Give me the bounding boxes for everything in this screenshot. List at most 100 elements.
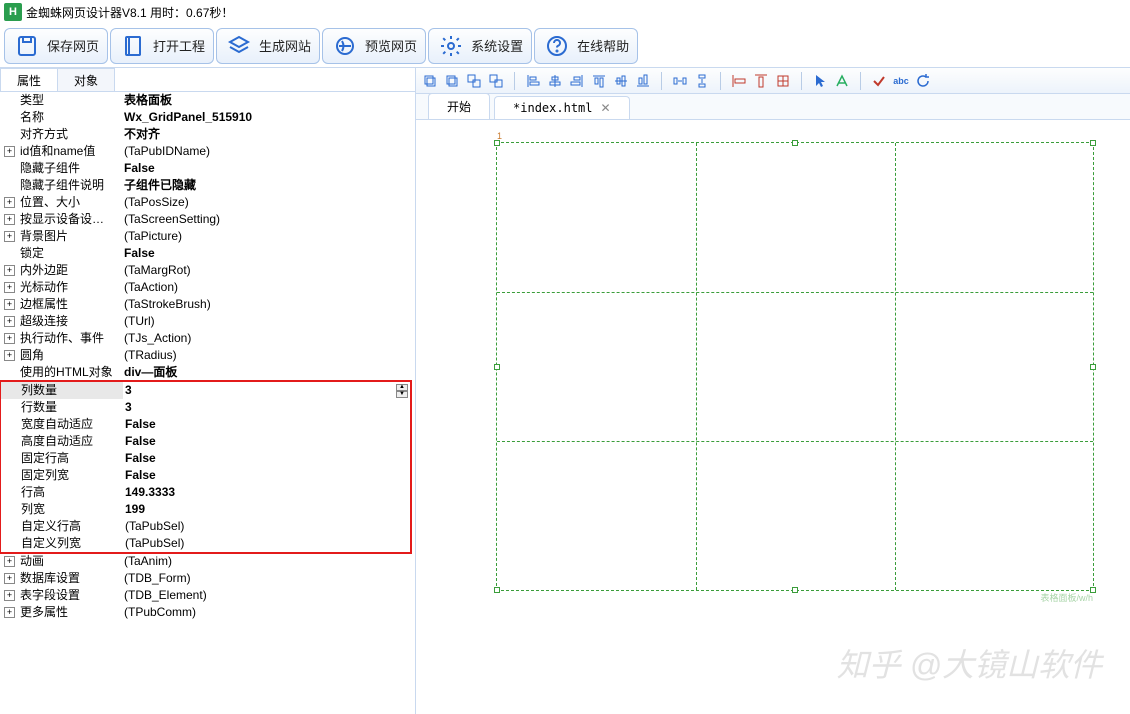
- prop-value[interactable]: (TaScreenSetting): [122, 211, 415, 228]
- prop-row[interactable]: +超级连接(TUrl): [0, 313, 415, 330]
- size-btn-1[interactable]: [729, 71, 749, 91]
- prop-value[interactable]: (TaPubSel): [123, 535, 410, 552]
- prop-row[interactable]: +按显示设备设…(TaScreenSetting): [0, 211, 415, 228]
- prop-value[interactable]: (TUrl): [122, 313, 415, 330]
- prop-row[interactable]: +更多属性(TPubComm): [0, 604, 415, 621]
- expand-icon[interactable]: +: [4, 299, 15, 310]
- prop-value[interactable]: (TaPubIDName): [122, 143, 415, 160]
- expand-icon[interactable]: +: [4, 231, 15, 242]
- prop-row[interactable]: 名称Wx_GridPanel_515910: [0, 109, 415, 126]
- dist-btn-2[interactable]: [692, 71, 712, 91]
- tool-refresh[interactable]: [913, 71, 933, 91]
- align-top[interactable]: [589, 71, 609, 91]
- tool-cursor[interactable]: [810, 71, 830, 91]
- prop-value[interactable]: (TaPubSel): [123, 518, 410, 535]
- expand-icon[interactable]: +: [4, 333, 15, 344]
- align-bottom[interactable]: [633, 71, 653, 91]
- dist-btn-1[interactable]: [670, 71, 690, 91]
- prop-row[interactable]: 列宽199: [1, 501, 410, 518]
- prop-value[interactable]: (TaPicture): [122, 228, 415, 245]
- preview-page-button[interactable]: 预览网页: [322, 28, 426, 64]
- expand-icon[interactable]: +: [4, 214, 15, 225]
- open-project-button[interactable]: 打开工程: [110, 28, 214, 64]
- layer-btn-2[interactable]: [442, 71, 462, 91]
- prop-row[interactable]: +圆角(TRadius): [0, 347, 415, 364]
- expand-icon[interactable]: +: [4, 607, 15, 618]
- align-center-v[interactable]: [611, 71, 631, 91]
- expand-icon[interactable]: +: [4, 146, 15, 157]
- prop-value[interactable]: (TDB_Form): [122, 570, 415, 587]
- tab-objects[interactable]: 对象: [57, 68, 115, 91]
- tab-attributes[interactable]: 属性: [0, 68, 58, 91]
- prop-row[interactable]: 自定义行高(TaPubSel): [1, 518, 410, 535]
- tool-text[interactable]: [832, 71, 852, 91]
- layer-btn-3[interactable]: [464, 71, 484, 91]
- align-center-h[interactable]: [545, 71, 565, 91]
- prop-value[interactable]: (TRadius): [122, 347, 415, 364]
- expand-icon[interactable]: +: [4, 197, 15, 208]
- prop-row[interactable]: +边框属性(TaStrokeBrush): [0, 296, 415, 313]
- prop-row[interactable]: +光标动作(TaAction): [0, 279, 415, 296]
- tab-index[interactable]: *index.html ✕: [494, 96, 630, 119]
- property-grid[interactable]: 类型表格面板名称Wx_GridPanel_515910对齐方式不对齐+id值和n…: [0, 92, 415, 714]
- prop-value[interactable]: (TaAction): [122, 279, 415, 296]
- prop-value[interactable]: False: [123, 467, 410, 484]
- prop-row[interactable]: +内外边距(TaMargRot): [0, 262, 415, 279]
- prop-row[interactable]: 隐藏子组件说明子组件已隐藏: [0, 177, 415, 194]
- grid-panel[interactable]: 表格面板/w/h: [496, 142, 1094, 591]
- expand-icon[interactable]: +: [4, 573, 15, 584]
- layer-btn-1[interactable]: [420, 71, 440, 91]
- expand-icon[interactable]: +: [4, 265, 15, 276]
- prop-value[interactable]: (TPubComm): [122, 604, 415, 621]
- close-icon[interactable]: ✕: [601, 101, 611, 115]
- expand-icon[interactable]: +: [4, 556, 15, 567]
- tool-abc[interactable]: abc: [891, 71, 911, 91]
- prop-row[interactable]: 自定义列宽(TaPubSel): [1, 535, 410, 552]
- prop-row[interactable]: 固定行高False: [1, 450, 410, 467]
- expand-icon[interactable]: +: [4, 350, 15, 361]
- prop-value[interactable]: 149.3333: [123, 484, 410, 501]
- prop-value[interactable]: False: [123, 416, 410, 433]
- prop-value[interactable]: (TJs_Action): [122, 330, 415, 347]
- prop-row[interactable]: +数据库设置(TDB_Form): [0, 570, 415, 587]
- settings-button[interactable]: 系统设置: [428, 28, 532, 64]
- prop-row[interactable]: 固定列宽False: [1, 467, 410, 484]
- prop-row[interactable]: +id值和name值(TaPubIDName): [0, 143, 415, 160]
- expand-icon[interactable]: +: [4, 316, 15, 327]
- prop-value[interactable]: False: [122, 160, 415, 177]
- prop-value[interactable]: Wx_GridPanel_515910: [122, 109, 415, 126]
- prop-value[interactable]: (TaAnim): [122, 553, 415, 570]
- prop-value[interactable]: False: [123, 450, 410, 467]
- prop-row[interactable]: +背景图片(TaPicture): [0, 228, 415, 245]
- tab-start[interactable]: 开始: [428, 93, 490, 119]
- prop-row[interactable]: +位置、大小(TaPosSize): [0, 194, 415, 211]
- prop-row[interactable]: +表字段设置(TDB_Element): [0, 587, 415, 604]
- prop-value[interactable]: (TaPosSize): [122, 194, 415, 211]
- expand-icon[interactable]: +: [4, 590, 15, 601]
- prop-row[interactable]: 行高149.3333: [1, 484, 410, 501]
- prop-value[interactable]: 3: [123, 382, 396, 399]
- prop-row[interactable]: 隐藏子组件False: [0, 160, 415, 177]
- prop-value[interactable]: 199: [123, 501, 410, 518]
- prop-row[interactable]: 行数量3: [1, 399, 410, 416]
- prop-value[interactable]: 子组件已隐藏: [122, 177, 415, 194]
- prop-row[interactable]: 类型表格面板: [0, 92, 415, 109]
- save-page-button[interactable]: 保存网页: [4, 28, 108, 64]
- prop-value[interactable]: 3: [123, 399, 410, 416]
- prop-value[interactable]: (TaMargRot): [122, 262, 415, 279]
- prop-row[interactable]: 高度自动适应False: [1, 433, 410, 450]
- prop-row[interactable]: 使用的HTML对象div—面板: [0, 364, 415, 381]
- prop-value[interactable]: div—面板: [122, 364, 415, 381]
- tool-check[interactable]: [869, 71, 889, 91]
- generate-site-button[interactable]: 生成网站: [216, 28, 320, 64]
- prop-value[interactable]: False: [123, 433, 410, 450]
- layer-btn-4[interactable]: [486, 71, 506, 91]
- size-btn-2[interactable]: [751, 71, 771, 91]
- prop-row[interactable]: 宽度自动适应False: [1, 416, 410, 433]
- prop-row[interactable]: 对齐方式不对齐: [0, 126, 415, 143]
- canvas[interactable]: 表格面板/w/h 知乎 @大镜山软件: [416, 120, 1130, 714]
- prop-row[interactable]: 列数量3▲▼: [1, 382, 410, 399]
- prop-value[interactable]: (TDB_Element): [122, 587, 415, 604]
- prop-value[interactable]: (TaStrokeBrush): [122, 296, 415, 313]
- prop-row[interactable]: +执行动作、事件(TJs_Action): [0, 330, 415, 347]
